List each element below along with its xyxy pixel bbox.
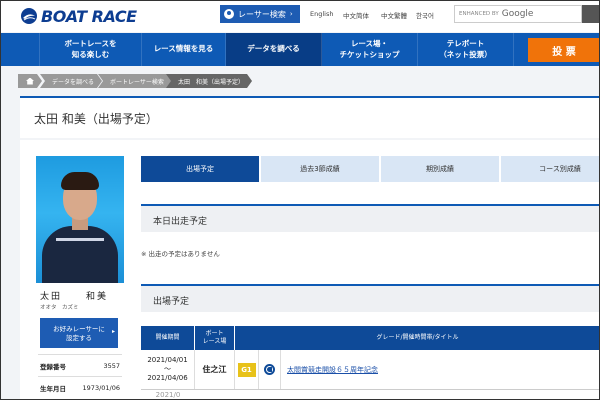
breadcrumb-home[interactable] — [18, 74, 42, 88]
racer-kana: オオタ カズミ — [40, 305, 79, 311]
tab-term[interactable]: 期別成績 — [381, 156, 499, 182]
lang-zh-traditional[interactable]: 中文繁體 — [381, 10, 407, 20]
period-end: 2021/04/06 — [147, 373, 188, 382]
racer-photo — [36, 156, 124, 283]
info-value: 3557 — [103, 361, 120, 370]
nav-item-venues[interactable]: レース場・ チケットショップ — [322, 33, 418, 66]
site-logo[interactable]: BOAT RACE — [20, 6, 137, 26]
nav-spacer — [0, 33, 40, 66]
today-note: ※ 出走の予定はありません — [141, 250, 220, 258]
nav-item-race-info[interactable]: レース情報を見る — [142, 33, 226, 66]
nav-item-enjoy[interactable]: ボートレースを 知る楽しむ — [40, 33, 142, 66]
col-venue: ボート レース場 — [195, 326, 235, 350]
boat-logo-icon — [20, 7, 38, 25]
daytime-icon — [264, 364, 275, 375]
tab-past-3[interactable]: 過去3節成績 — [261, 156, 379, 182]
info-key: 生年月日 — [40, 384, 66, 393]
period-sep: ～ — [164, 365, 171, 374]
schedule-section-heading: 出場予定 — [141, 284, 600, 312]
col-title: グレード/開催時間帯/タイトル — [376, 334, 459, 342]
logo-text: BOAT RACE — [41, 6, 137, 26]
page-title-bar: 太田 和美（出場予定） — [20, 96, 600, 138]
lang-english[interactable]: English — [310, 10, 333, 18]
breadcrumb-current: 太田 和美（出場予定） — [166, 74, 252, 88]
lang-korean[interactable]: 한국어 — [416, 10, 434, 20]
info-row-registration: 登録番号 3557 — [38, 354, 122, 376]
racer-name: 太田 和美 — [40, 289, 108, 302]
col-period: 開催期間 — [141, 326, 195, 350]
tab-course[interactable]: コース別成績 — [501, 156, 600, 182]
racer-search-label: レーサー検索 — [238, 9, 286, 19]
race-title-cell: 太閤賞競走開設６５周年記念 — [281, 350, 600, 389]
search-button[interactable] — [582, 5, 600, 23]
time-cell — [259, 350, 281, 389]
info-value: 1973/01/06 — [82, 383, 120, 392]
schedule-table-header: 開催期間 ボート レース場 グレード/開催時間帯/タイトル — [141, 326, 600, 350]
google-prefix: ENHANCED BY — [459, 11, 499, 17]
nav-item-data[interactable]: データを調べる — [226, 33, 322, 66]
chevron-right-icon: › — [289, 10, 293, 18]
racer-given-name: 和美 — [86, 292, 109, 302]
info-row-birthdate: 生年月日 1973/01/06 — [38, 376, 122, 398]
race-title-link[interactable]: 太閤賞競走開設６５周年記念 — [287, 365, 378, 375]
grade-g1-badge: G1 — [237, 362, 256, 377]
racer-search-button[interactable]: レーサー検索 › — [220, 5, 300, 23]
lang-zh-simplified[interactable]: 中文简体 — [343, 10, 369, 20]
vote-button[interactable]: 投 票 — [528, 38, 600, 62]
google-brand: Google — [501, 9, 534, 19]
favorite-racer-button[interactable]: お好みレーサーに 設定する — [40, 318, 118, 348]
breadcrumb-racer-search[interactable]: ボートレーサー検索 — [98, 74, 172, 88]
page-title: 太田 和美（出場予定） — [34, 112, 158, 126]
today-section-heading: 本日出走予定 — [141, 204, 600, 232]
tab-schedule[interactable]: 出場予定 — [141, 156, 259, 182]
breadcrumb-data[interactable]: データを調べる — [40, 74, 102, 88]
site-header: BOAT RACE レーサー検索 › English 中文简体 中文繁體 한국어… — [0, 0, 600, 32]
person-icon — [224, 9, 234, 19]
venue-cell: 住之江 — [195, 350, 235, 389]
schedule-heading: 出場予定 — [153, 297, 190, 307]
period-cell: 2021/04/01 ～ 2021/04/06 — [141, 350, 195, 389]
today-heading: 本日出走予定 — [153, 217, 208, 227]
next-row-fragment: 2021/0 — [155, 391, 181, 399]
table-row: 2021/04/01 ～ 2021/04/06 住之江 G1 太閤賞競走開設６５… — [141, 350, 600, 390]
period-start: 2021/04/01 — [147, 356, 188, 365]
racer-tabs: 出場予定 過去3節成績 期別成績 コース別成績 — [141, 156, 600, 182]
racer-family-name: 太田 — [40, 292, 63, 302]
site-search-input[interactable]: ENHANCED BY Google — [454, 5, 582, 23]
grade-cell: G1 — [235, 350, 259, 389]
home-icon — [26, 78, 34, 85]
info-key: 登録番号 — [40, 362, 66, 371]
global-nav: ボートレースを 知る楽しむ レース情報を見る データを調べる レース場・ チケッ… — [0, 33, 600, 66]
nav-item-teleboat[interactable]: テレボート （ネット投票） — [418, 33, 514, 66]
